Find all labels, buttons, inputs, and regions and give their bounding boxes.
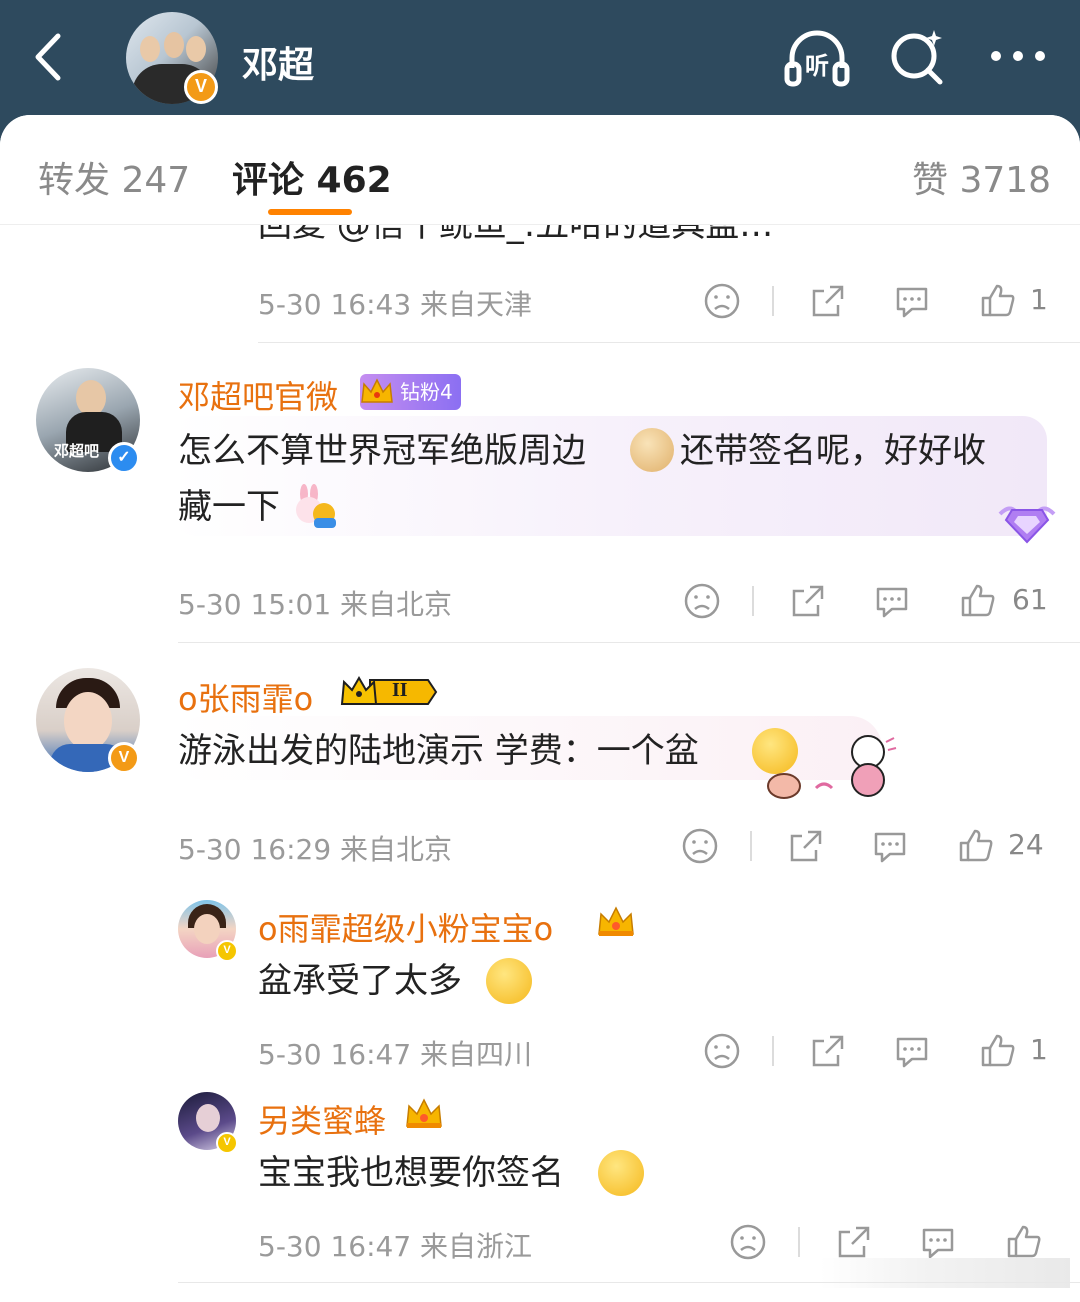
dislike-icon[interactable]: [728, 1222, 768, 1262]
doge-emoji-icon: [630, 428, 674, 472]
tab-likes[interactable]: 赞 3718: [912, 151, 1051, 203]
verified-orange-badge-icon: V: [108, 742, 140, 774]
divider: [258, 342, 1080, 343]
tab-comments[interactable]: 评论 462: [232, 151, 392, 203]
level-badge-text: II: [392, 679, 408, 701]
partial-reply-text: 回复 @信丫鲵鱼_:五哈的道具盆…: [258, 225, 774, 245]
divider: [178, 1282, 1080, 1283]
more-dots-icon[interactable]: [988, 46, 1048, 66]
comment-meta: 5-30 16:43 来自天津: [258, 288, 533, 321]
comment-meta: 5-30 16:29 来自北京: [178, 833, 453, 866]
like-count: 1: [1030, 283, 1048, 316]
fade-overlay: [820, 1258, 1070, 1288]
tab-bar: 转发 247 评论 462 赞 3718: [0, 115, 1080, 225]
back-chevron-icon[interactable]: [28, 30, 68, 84]
comment-text-cont: 还带签名呢，好好收: [680, 431, 986, 471]
divider: [752, 586, 754, 616]
divider: [750, 831, 752, 861]
diamond-fan-icon: [996, 496, 1058, 548]
reply-text: 盆承受了太多: [258, 961, 462, 1001]
like-thumb-icon[interactable]: [978, 281, 1018, 321]
crown-icon: [404, 1096, 444, 1130]
tab-repost[interactable]: 转发 247: [38, 151, 190, 203]
comment-text: 游泳出发的陆地演示 学费：一个盆: [178, 731, 699, 771]
verified-badge-icon: V: [184, 70, 218, 104]
divider: [798, 1227, 800, 1257]
comment-icon[interactable]: [918, 1222, 958, 1262]
share-icon[interactable]: [788, 581, 828, 621]
like-thumb-icon[interactable]: [956, 826, 996, 866]
search-sparkle-icon[interactable]: [888, 28, 946, 86]
dislike-icon[interactable]: [702, 281, 742, 321]
share-icon[interactable]: [834, 1222, 874, 1262]
divider: [772, 286, 774, 316]
replier-name[interactable]: o雨霏超级小粉宝宝o: [258, 904, 553, 950]
reply-text: 宝宝我也想要你签名: [258, 1153, 564, 1193]
reply-meta: 5-30 16:47 来自四川: [258, 1038, 533, 1071]
like-count: 61: [1012, 583, 1048, 616]
comment-text: 怎么不算世界冠军绝版周边: [178, 431, 586, 471]
avatar-text: 邓超吧: [54, 442, 100, 460]
verified-gold-badge-icon: V: [216, 1132, 238, 1154]
dislike-icon[interactable]: [682, 581, 722, 621]
commenter-name[interactable]: o张雨霏o: [178, 674, 313, 720]
comment-icon[interactable]: [892, 1031, 932, 1071]
listen-label: 听: [805, 52, 829, 80]
divider: [178, 642, 1080, 643]
like-thumb-icon[interactable]: [978, 1031, 1018, 1071]
comment-meta: 5-30 15:01 来自北京: [178, 588, 453, 621]
author-name[interactable]: 邓超: [242, 36, 314, 88]
comment-text-line2: 藏一下: [178, 487, 280, 527]
dislike-icon[interactable]: [702, 1031, 742, 1071]
cartoon-decoration-icon: [764, 732, 900, 802]
like-count: 24: [1008, 828, 1044, 861]
thinking-emoji-icon: [486, 958, 532, 1004]
dislike-icon[interactable]: [680, 826, 720, 866]
listen-headphones-icon[interactable]: 听: [784, 28, 850, 88]
level-crown-badge: II: [340, 674, 438, 710]
verified-gold-badge-icon: V: [216, 940, 238, 962]
like-thumb-icon[interactable]: [958, 581, 998, 621]
partial-reply: 回复 @信丫鲵鱼_:五哈的道具盆…: [0, 225, 1080, 265]
share-icon[interactable]: [808, 281, 848, 321]
share-icon[interactable]: [786, 826, 826, 866]
divider: [772, 1036, 774, 1066]
share-icon[interactable]: [808, 1031, 848, 1071]
like-thumb-icon[interactable]: [1004, 1222, 1044, 1262]
bunny-hug-emoji-icon: [290, 484, 340, 528]
comment-icon[interactable]: [870, 826, 910, 866]
replier-name[interactable]: 另类蜜蜂: [258, 1096, 386, 1142]
reply-meta: 5-30 16:47 来自浙江: [258, 1230, 533, 1263]
surprised-emoji-icon: [598, 1150, 644, 1196]
like-count: 1: [1030, 1033, 1048, 1066]
verified-blue-badge-icon: ✓: [108, 442, 140, 474]
active-tab-indicator: [268, 209, 352, 215]
comment-icon[interactable]: [892, 281, 932, 321]
crown-icon: [596, 904, 636, 938]
commenter-name[interactable]: 邓超吧官微: [178, 372, 338, 418]
comment-icon[interactable]: [872, 581, 912, 621]
crown-overlay-icon: [360, 376, 394, 406]
